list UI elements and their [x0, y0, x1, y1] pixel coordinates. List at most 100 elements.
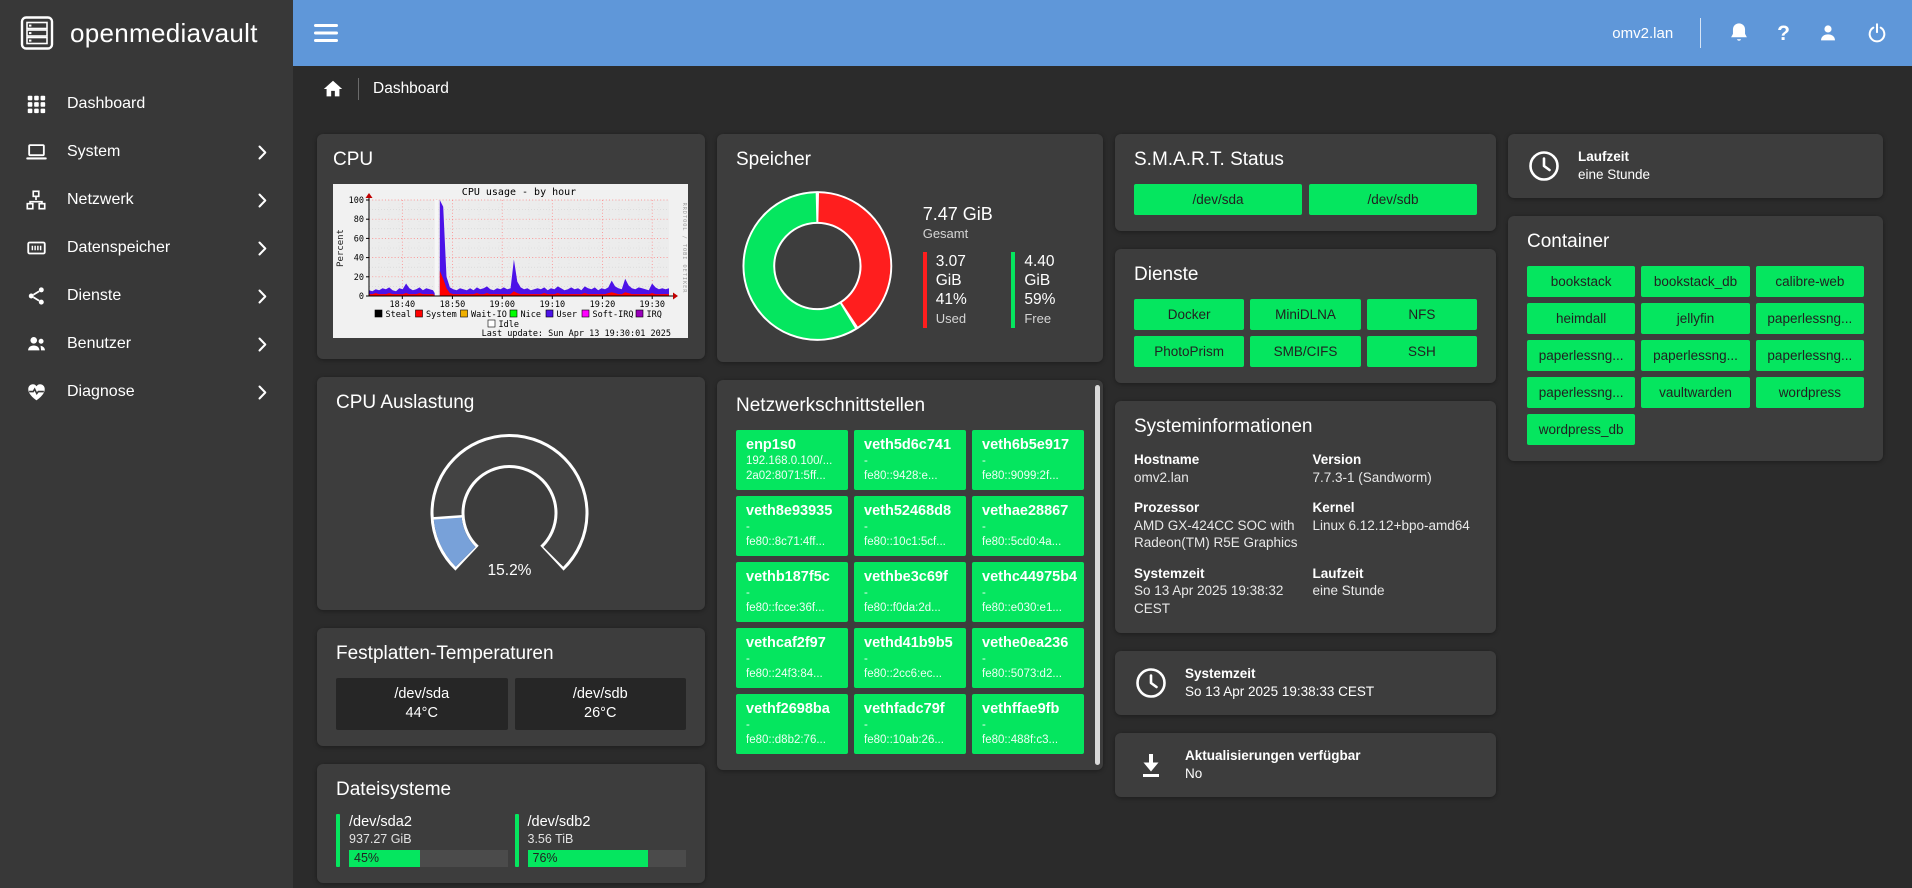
- disk-device: /dev/sda: [394, 685, 449, 704]
- network-interfaces-widget: Netzwerkschnittstellen enp1s0192.168.0.1…: [717, 380, 1103, 770]
- sidebar-item-system[interactable]: System: [0, 128, 293, 176]
- interface-name: vethae28867: [982, 503, 1074, 520]
- sysinfo-value: 7.7.3-1 (Sandworm): [1313, 469, 1478, 487]
- uptime-widget: Laufzeit eine Stunde: [1508, 134, 1883, 198]
- widget-title: Dienste: [1134, 264, 1477, 286]
- interface-address: fe80::e030:e1...: [982, 601, 1074, 616]
- filesystem-item: /dev/sdb23.56 TiB76%: [515, 814, 687, 867]
- interface-name: vethe0ea236: [982, 635, 1074, 652]
- service-status: SSH: [1367, 336, 1477, 367]
- power-icon[interactable]: [1866, 22, 1888, 44]
- container-status: paperlessng...: [1527, 340, 1635, 371]
- interface-address: fe80::d8b2:76...: [746, 733, 838, 748]
- sidebar-item-dienste[interactable]: Dienste: [0, 272, 293, 320]
- memory-used-stat: 3.07 GiB 41% Used: [923, 252, 996, 328]
- widget-title: CPU: [333, 149, 689, 171]
- interface-address: fe80::f0da:2d...: [864, 601, 956, 616]
- sidebar-item-benutzer[interactable]: Benutzer: [0, 320, 293, 368]
- interface-name: vethf2698ba: [746, 701, 838, 718]
- sysinfo-label: Hostname: [1134, 451, 1299, 469]
- services-icon: [24, 285, 48, 307]
- scrollbar-thumb[interactable]: [1095, 385, 1100, 765]
- menu-toggle-button[interactable]: [314, 24, 338, 42]
- interface-address: fe80::5cd0:4a...: [982, 535, 1074, 550]
- dashboard-grid: CPU 02040608010018:4018:5019:0019:1019:2…: [317, 134, 1883, 883]
- system-icon: [24, 141, 48, 163]
- svg-text:19:30: 19:30: [639, 300, 665, 310]
- hostname-label: omv2.lan: [1612, 25, 1673, 42]
- filesystem-size: 3.56 TiB: [528, 831, 687, 847]
- svg-text:80: 80: [354, 215, 364, 225]
- filesystem-usage-percent: 45%: [354, 851, 379, 865]
- interface-address: -: [864, 520, 956, 535]
- cpu-load-widget: CPU Auslastung 15.2%: [317, 377, 705, 610]
- sidebar-item-datenspeicher[interactable]: Datenspeicher: [0, 224, 293, 272]
- chevron-right-icon: [258, 289, 267, 304]
- brand-title: openmediavault: [70, 18, 258, 49]
- breadcrumb-divider: [358, 78, 359, 100]
- interface-address: 192.168.0.100/...: [746, 454, 838, 469]
- svg-text:System: System: [426, 310, 457, 320]
- memory-total-label: Gesamt: [923, 226, 1084, 241]
- storage-icon: [24, 237, 48, 259]
- sidebar-item-label: Netzwerk: [67, 191, 134, 209]
- container-status: wordpress: [1756, 377, 1864, 408]
- interface-name: veth5d6c741: [864, 437, 956, 454]
- sidebar-item-dashboard[interactable]: Dashboard: [0, 80, 293, 128]
- disk-temperature: /dev/sda44°C: [336, 678, 508, 730]
- memory-donut-chart: [738, 186, 897, 346]
- interface-name: vethffae9fb: [982, 701, 1074, 718]
- interface-name: vethb187f5c: [746, 569, 838, 586]
- container-status: bookstack: [1527, 266, 1635, 297]
- interface-name: vethd41b9b5: [864, 635, 956, 652]
- system-time-value: So 13 Apr 2025 19:38:33 CEST: [1185, 683, 1374, 701]
- network-interface-card: veth8e93935-fe80::8c71:4ff...: [736, 496, 848, 556]
- chevron-right-icon: [258, 193, 267, 208]
- help-icon[interactable]: ?: [1777, 23, 1790, 44]
- interface-address: fe80::488f:c3...: [982, 733, 1074, 748]
- interface-name: veth6b5e917: [982, 437, 1074, 454]
- sidebar-item-label: Benutzer: [67, 335, 131, 353]
- chevron-right-icon: [258, 145, 267, 160]
- container-status: paperlessng...: [1641, 340, 1749, 371]
- container-status: wordpress_db: [1527, 414, 1635, 445]
- sysinfo-value: eine Stunde: [1313, 582, 1478, 600]
- svg-text:20: 20: [354, 273, 364, 283]
- sidebar-item-label: Dienste: [67, 287, 121, 305]
- interface-address: 2a02:8071:5ff...: [746, 469, 838, 484]
- widget-title: Aktualisierungen verfügbar: [1185, 747, 1361, 765]
- svg-text:Last update: Sun Apr 13 19:30:: Last update: Sun Apr 13 19:30:01 2025: [482, 329, 671, 338]
- interface-address: fe80::10ab:26...: [864, 733, 956, 748]
- service-status: MiniDLNA: [1250, 299, 1360, 330]
- interface-address: -: [746, 520, 838, 535]
- user-icon[interactable]: [1817, 22, 1839, 44]
- svg-text:Soft-IRQ: Soft-IRQ: [593, 310, 634, 320]
- svg-text:User: User: [557, 310, 577, 320]
- home-icon[interactable]: [322, 78, 344, 100]
- interface-address: fe80::2cc6:ec...: [864, 667, 956, 682]
- disk-device: /dev/sdb: [573, 685, 628, 704]
- sidebar-item-diagnose[interactable]: Diagnose: [0, 368, 293, 416]
- svg-text:Steal: Steal: [386, 310, 412, 320]
- sysinfo-field: Version7.7.3-1 (Sandworm): [1313, 451, 1478, 486]
- breadcrumb[interactable]: Dashboard: [373, 80, 449, 98]
- updates-value: No: [1185, 765, 1361, 783]
- sysinfo-label: Version: [1313, 451, 1478, 469]
- filesystem-usage-bar: 76%: [528, 850, 687, 867]
- widget-title: S.M.A.R.T. Status: [1134, 149, 1477, 171]
- svg-text:60: 60: [354, 234, 364, 244]
- sidebar-item-netzwerk[interactable]: Netzwerk: [0, 176, 293, 224]
- svg-text:Wait-IO: Wait-IO: [471, 310, 507, 320]
- filesystem-usage-percent: 76%: [533, 851, 558, 865]
- topbar: omv2.lan ?: [293, 0, 1912, 66]
- sysinfo-value: omv2.lan: [1134, 469, 1299, 487]
- brand: openmediavault: [0, 0, 293, 66]
- filesystem-accent-bar: [336, 814, 340, 867]
- interface-address: -: [982, 520, 1074, 535]
- sysinfo-field: ProzessorAMD GX-424CC SOC with Radeon(TM…: [1134, 499, 1299, 552]
- sidebar-item-label: Dashboard: [67, 95, 145, 113]
- bell-icon[interactable]: [1728, 21, 1750, 45]
- sysinfo-value: Linux 6.12.12+bpo-amd64: [1313, 517, 1478, 535]
- widget-title: Container: [1527, 231, 1864, 253]
- interface-address: -: [746, 652, 838, 667]
